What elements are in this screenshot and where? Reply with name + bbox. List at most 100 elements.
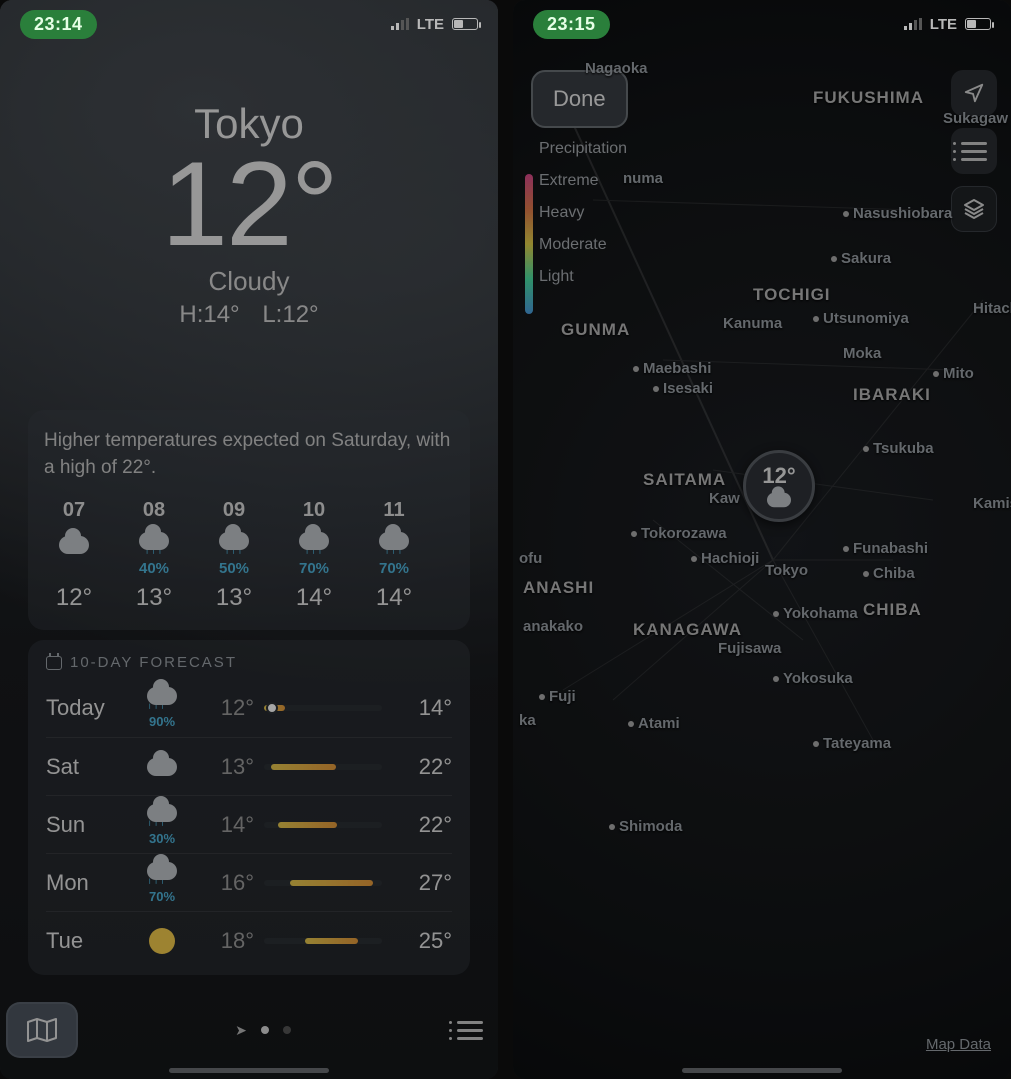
map-label: Utsunomiya [813,310,909,327]
map-label: Sakura [831,250,891,267]
temp-range-bar [264,822,382,828]
weather-map-screen: 23:15 LTE Done Pre [513,0,1011,1079]
day-label: Today [46,695,124,721]
map-icon [27,1017,57,1043]
map-label: anakako [523,618,583,635]
layers-icon [962,197,986,221]
hour-label: 12 [444,499,454,522]
hour-label: 08 [124,499,184,522]
hour-label: 09 [204,499,264,522]
network-label: LTE [417,16,444,33]
cloud-rain-icon: ╵╵╵ [379,532,409,559]
low-label: L:12° [262,301,318,328]
map-label: Atami [628,715,680,732]
map-label: Fuji [539,688,576,705]
hourly-item[interactable]: 09╵╵╵50%13° [204,499,264,612]
map-data-link[interactable]: Map Data [926,1036,991,1053]
low-temp: 12° [200,695,254,721]
home-indicator[interactable] [169,1068,329,1073]
cloud-icon [59,536,89,554]
hourly-forecast-card[interactable]: Higher temperatures expected on Saturday… [28,410,470,630]
precip-pct: 30% [149,831,175,846]
map-label: Funabashi [843,540,928,557]
legend-level: Light [539,268,627,286]
map-label: Tsukuba [863,440,934,457]
hourly-item[interactable]: 12╵╵╵70%14° [444,499,454,612]
hourly-item[interactable]: 11╵╵╵70%14° [364,499,424,612]
hour-label: 10 [284,499,344,522]
temp-range-bar [264,880,382,886]
current-temp: 12° [0,144,498,264]
map-button[interactable] [6,1002,78,1058]
battery-icon [965,18,991,30]
page-dot[interactable] [283,1026,291,1034]
map-label: Tokorozawa [631,525,727,542]
map-label: ofu [519,550,542,567]
map-label: GUNMA [561,320,630,340]
hourly-item[interactable]: 0712° [44,499,104,612]
status-right: LTE [904,16,991,33]
map-label: Mito [933,365,974,382]
layers-button[interactable] [951,186,997,232]
hour-label: 11 [364,499,424,522]
map-label: Kaw [709,490,740,507]
precip-pct [44,560,104,578]
battery-icon [452,18,478,30]
daily-row[interactable]: Sat13°22° [46,737,452,795]
daily-list: Today╵╵╵90%12°14°Sat13°22°Sun╵╵╵30%14°22… [46,679,452,969]
hourly-row[interactable]: 0712°08╵╵╵40%13°09╵╵╵50%13°10╵╵╵70%14°11… [44,499,454,612]
map-label: Tateyama [813,735,891,752]
cloud-rain-icon: ╵╵╵ [147,862,177,889]
temp-range-bar [264,938,382,944]
precipitation-legend: Precipitation ExtremeHeavyModerateLight [539,140,627,300]
day-label: Mon [46,870,124,896]
daily-forecast-header: 10-DAY FORECAST [46,654,452,671]
map-label: Moka [843,345,881,362]
network-label: LTE [930,16,957,33]
legend-level: Heavy [539,204,627,222]
high-temp: 22° [392,812,452,838]
status-time-pill[interactable]: 23:14 [20,10,97,39]
location-arrow-icon: ➤ [235,1022,247,1039]
cloud-rain-icon: ╵╵╵ [219,532,249,559]
map-label: Hitachi [973,300,1011,317]
cloud-rain-icon: ╵╵╵ [139,532,169,559]
temp-range-bar [264,764,382,770]
list-button[interactable] [951,128,997,174]
hi-lo-row: H:14° L:12° [0,301,498,329]
precip-pct: 40% [124,560,184,578]
cloud-icon [147,758,177,776]
daily-row[interactable]: Tue18°25° [46,911,452,969]
done-button[interactable]: Done [531,70,628,128]
status-right: LTE [391,16,478,33]
precip-pct: 90% [149,714,175,729]
map-label: Hachioji [691,550,759,567]
hourly-item[interactable]: 10╵╵╵70%14° [284,499,344,612]
hour-label: 07 [44,499,104,522]
page-indicator[interactable]: ➤ [235,1022,291,1039]
daily-row[interactable]: Today ╵╵╵90% 12° 14° [46,679,452,737]
tokyo-weather-badge[interactable]: 12° [743,450,815,522]
map-label: FUKUSHIMA [813,88,924,108]
list-icon [961,137,987,166]
high-temp: 27° [392,870,452,896]
high-temp: 14° [392,695,452,721]
forecast-description: Higher temperatures expected on Saturday… [44,428,454,481]
hourly-item[interactable]: 08╵╵╵40%13° [124,499,184,612]
page-dot[interactable] [261,1026,269,1034]
hour-temp: 14° [284,584,344,612]
low-temp: 14° [200,812,254,838]
map-label: TOCHIGI [753,285,831,305]
cloud-rain-icon: ╵╵╵ [147,687,177,714]
daily-forecast-card[interactable]: 10-DAY FORECAST Today╵╵╵90%12°14°Sat13°2… [28,640,470,975]
map-label: Maebashi [633,360,711,377]
high-temp: 22° [392,754,452,780]
low-temp: 16° [200,870,254,896]
precip-pct: 70% [444,560,454,578]
daily-row[interactable]: Sun╵╵╵30%14°22° [46,795,452,853]
daily-row[interactable]: Mon╵╵╵70%16°27° [46,853,452,911]
home-indicator[interactable] [682,1068,842,1073]
status-time-pill[interactable]: 23:15 [533,10,610,39]
map-label: Nasushiobara [843,205,952,222]
locations-list-button[interactable] [448,1008,492,1052]
